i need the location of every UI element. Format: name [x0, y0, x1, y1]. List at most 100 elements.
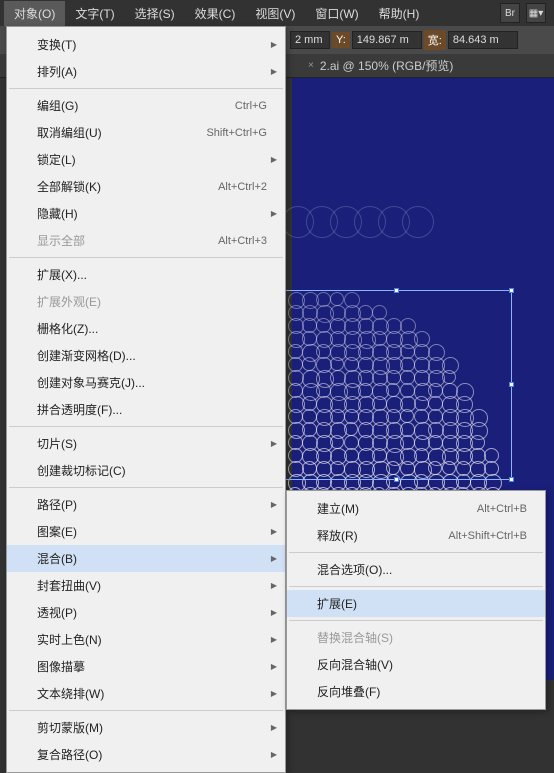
- menu-window[interactable]: 窗口(W): [305, 1, 368, 26]
- object-menu-item-8: 显示全部Alt+Ctrl+3: [7, 227, 285, 254]
- object-menu-item-12[interactable]: 栅格化(Z)...: [7, 315, 285, 342]
- object-menu-item-20[interactable]: 路径(P): [7, 491, 285, 518]
- menu-help[interactable]: 帮助(H): [369, 1, 430, 26]
- x-value[interactable]: 2 mm: [290, 31, 330, 49]
- menu-separator: [9, 88, 283, 89]
- menu-item-label: 文本绕排(W): [37, 685, 104, 702]
- menu-item-label: 扩展(E): [317, 595, 357, 612]
- w-value[interactable]: 84.643 m: [448, 31, 518, 49]
- menu-item-label: 锁定(L): [37, 151, 76, 168]
- object-menu-item-5[interactable]: 锁定(L): [7, 146, 285, 173]
- y-label: Y:: [332, 32, 350, 48]
- menu-shortcut: Ctrl+G: [235, 100, 267, 112]
- menu-select[interactable]: 选择(S): [125, 1, 185, 26]
- menu-separator: [9, 426, 283, 427]
- menu-item-label: 切片(S): [37, 435, 77, 452]
- menu-item-label: 实时上色(N): [37, 631, 102, 648]
- menu-item-label: 路径(P): [37, 496, 77, 513]
- object-menu-item-26[interactable]: 图像描摹: [7, 653, 285, 680]
- object-menu-item-11: 扩展外观(E): [7, 288, 285, 315]
- handle-ne[interactable]: [509, 288, 514, 293]
- object-menu-item-15[interactable]: 拼合透明度(F)...: [7, 396, 285, 423]
- object-menu-item-3[interactable]: 编组(G) Ctrl+G: [7, 92, 285, 119]
- blend-menu-item-0[interactable]: 建立(M) Alt+Ctrl+B: [287, 495, 545, 522]
- menu-item-label: 排列(A): [37, 63, 77, 80]
- object-menu-item-24[interactable]: 透视(P): [7, 599, 285, 626]
- object-menu-item-18[interactable]: 创建裁切标记(C): [7, 457, 285, 484]
- handle-se[interactable]: [509, 477, 514, 482]
- menu-item-label: 剪切蒙版(M): [37, 719, 103, 736]
- menu-item-label: 创建对象马赛克(J)...: [37, 374, 145, 391]
- selection-bounds: [282, 290, 512, 480]
- object-menu-item-10[interactable]: 扩展(X)...: [7, 261, 285, 288]
- menu-separator: [289, 586, 543, 587]
- menu-item-label: 栅格化(Z)...: [37, 320, 98, 337]
- arrange-icon[interactable]: ▦▾: [526, 3, 546, 23]
- menu-item-label: 扩展(X)...: [37, 266, 87, 283]
- object-menu-item-17[interactable]: 切片(S): [7, 430, 285, 457]
- object-menu-item-23[interactable]: 封套扭曲(V): [7, 572, 285, 599]
- menu-item-label: 封套扭曲(V): [37, 577, 101, 594]
- menu-item-label: 拼合透明度(F)...: [37, 401, 122, 418]
- menu-effect[interactable]: 效果(C): [185, 1, 246, 26]
- blend-menu-item-9[interactable]: 反向堆叠(F): [287, 678, 545, 705]
- bridge-icon[interactable]: Br: [500, 3, 520, 23]
- menu-item-label: 反向堆叠(F): [317, 683, 380, 700]
- menu-separator: [9, 487, 283, 488]
- blend-menu-item-1[interactable]: 释放(R) Alt+Shift+Ctrl+B: [287, 522, 545, 549]
- menu-item-label: 创建渐变网格(D)...: [37, 347, 136, 364]
- object-menu-item-7[interactable]: 隐藏(H): [7, 200, 285, 227]
- menu-item-label: 隐藏(H): [37, 205, 78, 222]
- menu-item-label: 释放(R): [317, 527, 358, 544]
- menu-item-label: 编组(G): [37, 97, 78, 114]
- handle-e[interactable]: [509, 382, 514, 387]
- menu-shortcut: Alt+Ctrl+2: [218, 181, 267, 193]
- object-menu-item-4[interactable]: 取消编组(U) Shift+Ctrl+G: [7, 119, 285, 146]
- menu-shortcut: Alt+Ctrl+B: [477, 503, 527, 515]
- handle-s[interactable]: [394, 477, 399, 482]
- blend-submenu: 建立(M) Alt+Ctrl+B 释放(R) Alt+Shift+Ctrl+B 混合选项…: [286, 490, 546, 710]
- object-menu-item-27[interactable]: 文本绕排(W): [7, 680, 285, 707]
- menu-item-label: 混合选项(O)...: [317, 561, 392, 578]
- object-menu-item-1[interactable]: 排列(A): [7, 58, 285, 85]
- menu-item-label: 取消编组(U): [37, 124, 102, 141]
- blend-menu-item-7: 替换混合轴(S): [287, 624, 545, 651]
- menu-type[interactable]: 文字(T): [65, 1, 124, 26]
- menu-item-label: 图案(E): [37, 523, 77, 540]
- handle-n[interactable]: [394, 288, 399, 293]
- menu-shortcut: Alt+Ctrl+3: [218, 235, 267, 247]
- tab-close-icon[interactable]: ×: [308, 60, 314, 71]
- menu-item-label: 混合(B): [37, 550, 77, 567]
- menubar: 对象(O) 文字(T) 选择(S) 效果(C) 视图(V) 窗口(W) 帮助(H…: [0, 0, 554, 26]
- menu-shortcut: Shift+Ctrl+G: [206, 127, 267, 139]
- toolbar-right: Br ▦▾: [500, 3, 546, 23]
- object-menu-item-25[interactable]: 实时上色(N): [7, 626, 285, 653]
- object-menu-item-13[interactable]: 创建渐变网格(D)...: [7, 342, 285, 369]
- menu-view[interactable]: 视图(V): [245, 1, 305, 26]
- menu-separator: [9, 257, 283, 258]
- object-menu-item-6[interactable]: 全部解锁(K)Alt+Ctrl+2: [7, 173, 285, 200]
- object-menu-item-0[interactable]: 变换(T): [7, 31, 285, 58]
- menu-shortcut: Alt+Shift+Ctrl+B: [448, 530, 527, 542]
- menu-item-label: 变换(T): [37, 36, 76, 53]
- object-menu-item-14[interactable]: 创建对象马赛克(J)...: [7, 369, 285, 396]
- menu-item-label: 图像描摹: [37, 658, 85, 675]
- object-menu-item-22[interactable]: 混合(B): [7, 545, 285, 572]
- menu-object[interactable]: 对象(O): [4, 1, 65, 26]
- menu-item-label: 创建裁切标记(C): [37, 462, 126, 479]
- menu-item-label: 建立(M): [317, 500, 359, 517]
- y-value[interactable]: 149.867 m: [352, 31, 422, 49]
- document-tab[interactable]: × 2.ai @ 150% (RGB/预览): [300, 53, 461, 78]
- object-menu-item-29[interactable]: 剪切蒙版(M): [7, 714, 285, 741]
- blend-menu-item-8[interactable]: 反向混合轴(V): [287, 651, 545, 678]
- menu-item-label: 扩展外观(E): [37, 293, 101, 310]
- blend-menu-item-3[interactable]: 混合选项(O)...: [287, 556, 545, 583]
- w-label: 宽:: [424, 30, 446, 50]
- menu-separator: [289, 552, 543, 553]
- menu-item-label: 替换混合轴(S): [317, 629, 393, 646]
- tab-label: 2.ai @ 150% (RGB/预览): [320, 57, 454, 74]
- object-menu-item-30[interactable]: 复合路径(O): [7, 741, 285, 768]
- blend-menu-item-5[interactable]: 扩展(E): [287, 590, 545, 617]
- object-menu-item-21[interactable]: 图案(E): [7, 518, 285, 545]
- menu-item-label: 反向混合轴(V): [317, 656, 393, 673]
